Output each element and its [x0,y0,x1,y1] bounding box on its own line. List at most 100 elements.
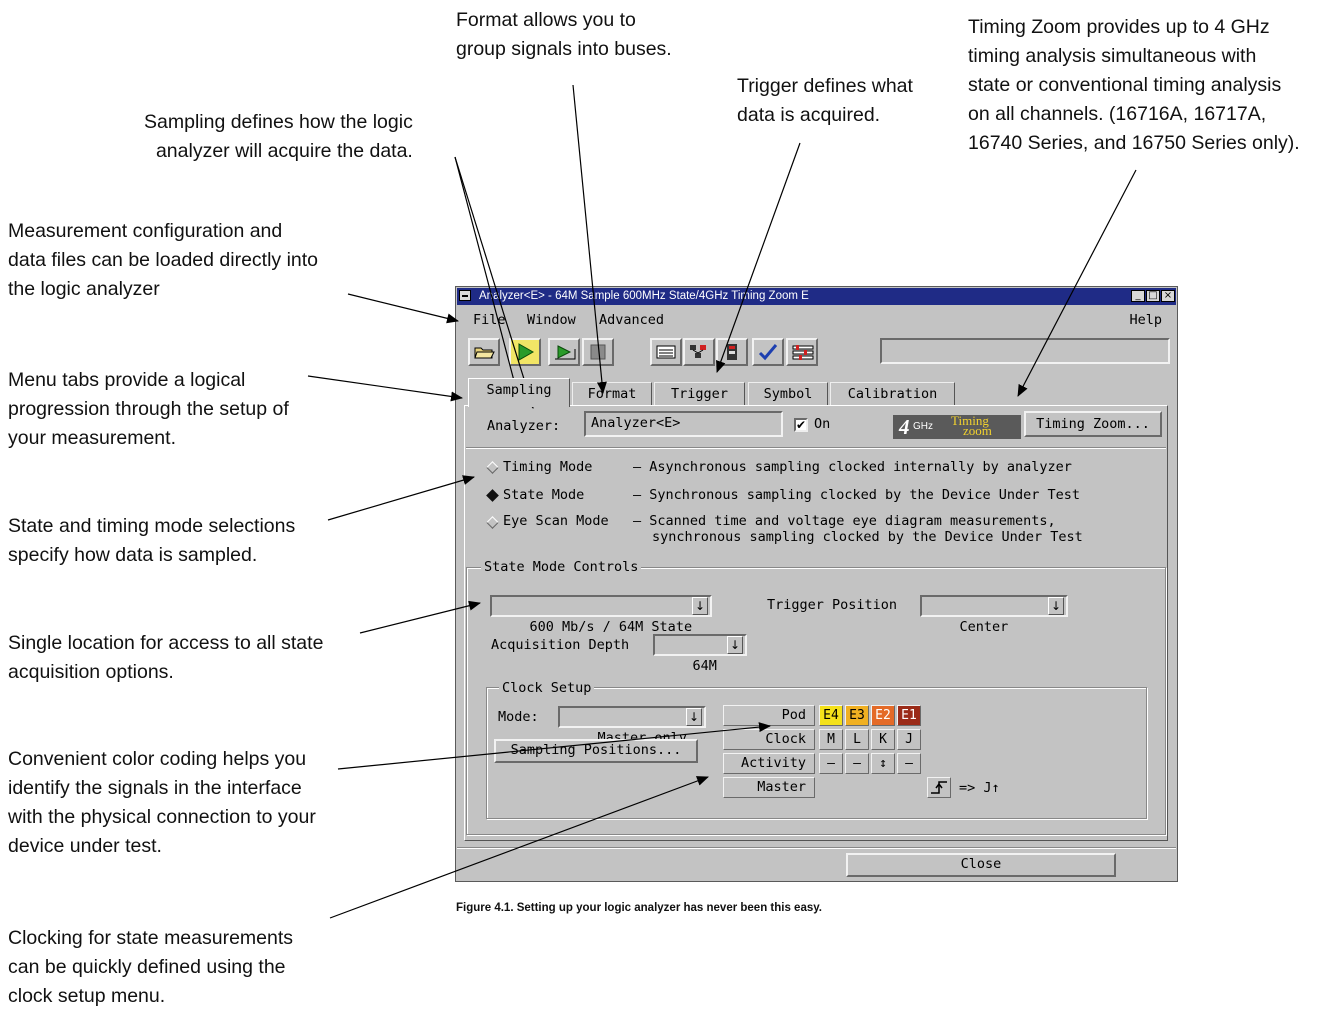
maximize-button[interactable]: □ [1146,290,1160,302]
figure-caption: Figure 4.1. Setting up your logic analyz… [456,902,822,914]
timing-mode-label: Timing Mode [503,459,593,475]
title-bar[interactable]: Analyzer<E> - 64M Sample 600MHz State/4G… [457,288,1176,305]
acquisition-depth-label: Acquisition Depth [491,637,630,653]
menu-bar: File Window Advanced Help [457,307,1176,331]
state-mode-controls-title: State Mode Controls [481,559,642,575]
overview-icon [690,345,706,358]
activity-row-header: Activity [723,753,815,774]
tab-sampling[interactable]: Sampling [468,378,570,407]
bottom-separator [457,847,1176,849]
separator [466,447,1166,449]
tab-trigger[interactable]: Trigger [654,382,745,405]
menu-help[interactable]: Help [1129,312,1162,328]
state-select-value: 600 Mb/s / 64M State [529,619,693,635]
overview-button[interactable] [683,338,715,366]
activity-cell-k: ↕ [871,753,895,774]
logo-ghz: GHz [913,421,933,432]
properties-icon [792,345,814,360]
activity-cell-m: – [819,753,843,774]
activity-cell-l: – [845,753,869,774]
timing-zoom-button[interactable]: Timing Zoom... [1024,411,1162,437]
annotation-format: Format allows you to group signals into … [456,9,672,60]
acquisition-depth-dropdown[interactable]: 64M ↓ [653,634,747,674]
eye-scan-mode-desc-2: synchronous sampling clocked by the Devi… [652,529,1083,545]
annotation-single-location: Single location for access to all state … [8,632,324,683]
folder-icon [474,347,495,359]
properties-button[interactable] [786,338,818,366]
trigger-position-value: Center [959,619,1009,635]
annotation-measurement: Measurement configuration and data files… [8,220,319,300]
eye-scan-mode-label: Eye Scan Mode [503,513,609,529]
state-select-dropdown[interactable]: 600 Mb/s / 64M State ↓ [490,595,712,635]
annotation-clocking: Clocking for state measurements can be q… [8,927,294,1007]
stop-icon [590,344,606,360]
acquisition-depth-value: 64M [692,658,717,674]
analyzer-label: Analyzer: [487,418,561,434]
minimize-button[interactable]: _ [1131,290,1145,302]
analyzer-name-input[interactable]: Analyzer<E> [584,411,783,437]
trigger-position-dropdown[interactable]: Center ↓ [920,595,1068,635]
callout-modes [327,475,475,521]
master-row-header: Master [723,777,815,798]
on-label: On [814,416,831,432]
tab-format[interactable]: Format [572,382,652,405]
dropdown-arrow-icon: ↓ [1048,597,1064,615]
pod-cell-e3: E3 [845,705,869,726]
module-icon [727,344,737,360]
annotation-timing-zoom: Timing Zoom provides up to 4 GHz timing … [968,16,1300,154]
mode-label: Mode: [498,709,539,725]
run-icon [518,343,535,361]
annotation-modes: State and timing mode selections specify… [8,515,296,566]
dropdown-arrow-icon: ↓ [686,708,702,726]
check-button[interactable] [752,338,784,366]
run-repetitive-icon [555,345,576,360]
rising-edge-icon [931,781,947,794]
clock-mode-dropdown[interactable]: Master only ↓ [558,706,706,746]
analyzer-window: Analyzer<E> - 64M Sample 600MHz State/4G… [455,286,1178,882]
pod-cell-e2: E2 [871,705,895,726]
clock-cell-m[interactable]: M [819,729,843,750]
timing-mode-desc: – Asynchronous sampling clocked internal… [633,459,1072,475]
annotation-color-coding: Convenient color coding helps you identi… [8,748,316,857]
clock-setup-title: Clock Setup [499,680,595,696]
menu-advanced[interactable]: Advanced [599,312,664,328]
annotation-sampling: Sampling defines how the logic analyzer … [144,111,413,162]
annotation-trigger: Trigger defines what data is acquired. [737,75,913,126]
open-folder-button[interactable] [468,338,500,366]
run-button[interactable] [509,338,541,366]
clock-row-header: Clock [723,729,815,750]
callout-measurement [347,293,459,324]
logo-zoom: zoom [963,423,992,438]
run-repetitive-button[interactable] [548,338,580,366]
timing-zoom-logo: 4 GHz Timing zoom [893,413,1021,439]
master-result: => J↑ [959,780,1000,796]
master-edge-button[interactable] [927,777,951,798]
checkmark-icon [758,344,778,361]
on-checkbox[interactable]: ✔ [794,418,808,432]
stop-button[interactable] [582,338,614,366]
clock-cell-k[interactable]: K [871,729,895,750]
pod-row-header: Pod [723,705,815,726]
trigger-position-label: Trigger Position [767,597,898,613]
close-window-button[interactable]: × [1161,290,1175,302]
close-button[interactable]: Close [846,853,1116,877]
sampling-positions-button[interactable]: Sampling Positions... [494,739,698,763]
tab-symbol[interactable]: Symbol [748,382,828,405]
pod-cell-e1: E1 [897,705,921,726]
activity-cell-j: – [897,753,921,774]
tab-calibration[interactable]: Calibration [830,382,955,405]
listing-icon [656,345,676,359]
pod-cell-e4: E4 [819,705,843,726]
menu-window[interactable]: Window [527,312,576,328]
module-button[interactable] [716,338,748,366]
state-mode-desc: – Synchronous sampling clocked by the De… [633,487,1081,503]
logo-4: 4 [899,415,910,439]
listing-button[interactable] [650,338,682,366]
annotation-menu-tabs: Menu tabs provide a logical progression … [8,369,289,449]
eye-scan-mode-desc: – Scanned time and voltage eye diagram m… [633,513,1056,529]
clock-cell-j[interactable]: J [897,729,921,750]
menu-file[interactable]: File [473,312,506,328]
system-menu-icon[interactable] [459,290,471,301]
clock-cell-l[interactable]: L [845,729,869,750]
state-mode-label: State Mode [503,487,585,503]
